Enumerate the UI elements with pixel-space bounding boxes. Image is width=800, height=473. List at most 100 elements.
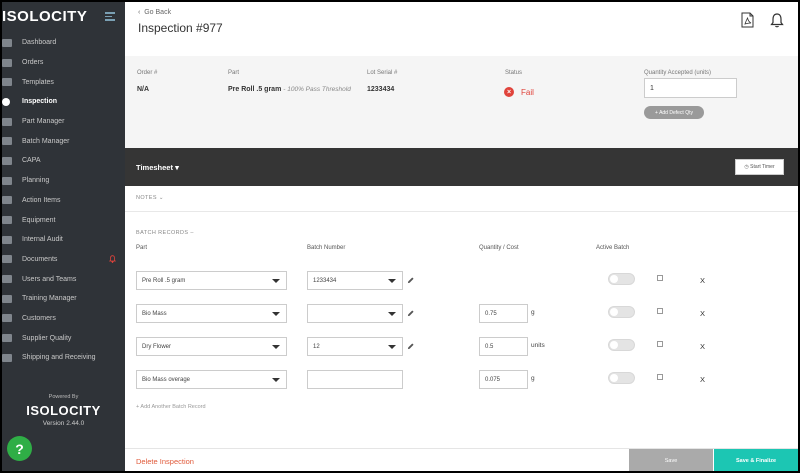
delete-row-button[interactable]: X — [700, 375, 705, 384]
sidebar-item-customers[interactable]: Customers — [2, 309, 125, 329]
pdf-icon[interactable] — [741, 12, 754, 28]
part-threshold: - 100% Pass Threshold — [283, 86, 351, 93]
wrench-icon — [2, 216, 12, 225]
sidebar-item-label: Internal Audit — [22, 236, 63, 244]
sidebar-item-part-manager[interactable]: Part Manager — [2, 112, 125, 132]
part-select[interactable]: Pre Roll .5 gram — [136, 271, 287, 290]
part-select[interactable]: Dry Flower — [136, 337, 287, 356]
batch-number-value: 1233434 — [313, 277, 337, 284]
fail-x-icon: × — [504, 87, 514, 97]
pencil-icon[interactable] — [407, 343, 414, 350]
page-title: Inspection #977 — [138, 21, 223, 35]
chevron-down-icon — [388, 312, 396, 316]
quantity-input[interactable]: 0.075 — [479, 370, 528, 389]
active-batch-toggle[interactable] — [608, 339, 635, 351]
notes-toggle[interactable]: NOTES ⌄ — [136, 195, 164, 201]
users-icon — [2, 275, 12, 284]
part-select[interactable]: Bio Mass — [136, 304, 287, 323]
sidebar-item-internal-audit[interactable]: Internal Audit — [2, 230, 125, 250]
delete-inspection-link[interactable]: Delete Inspection — [136, 457, 194, 466]
checkbox-icon — [2, 196, 12, 205]
part-select-value: Bio Mass overage — [142, 376, 191, 383]
pencil-icon[interactable] — [407, 277, 414, 284]
notes-label: NOTES — [136, 195, 157, 201]
sidebar-item-capa[interactable]: CAPA — [2, 151, 125, 171]
divider — [125, 211, 798, 212]
go-back-link[interactable]: ‹ Go Back — [138, 9, 171, 16]
part-select-value: Pre Roll .5 gram — [142, 277, 186, 284]
active-batch-toggle[interactable] — [608, 306, 635, 318]
qty-accepted-label: Quantity Accepted (units) — [644, 70, 712, 76]
sidebar-item-label: Dashboard — [22, 39, 57, 47]
sidebar-item-label: Documents — [22, 255, 58, 263]
delete-row-button[interactable]: X — [700, 309, 705, 318]
sidebar-item-label: Templates — [22, 78, 54, 86]
tag-icon — [2, 314, 12, 323]
batch-records-toggle[interactable]: BATCH RECORDS – — [136, 230, 194, 236]
order-value: N/A — [137, 86, 150, 93]
sidebar-item-shipping-receiving[interactable]: Shipping and Receiving — [2, 348, 125, 368]
batch-number-select[interactable]: 12 — [307, 337, 403, 356]
sidebar-item-label: Batch Manager — [22, 137, 70, 145]
sidebar-item-training-manager[interactable]: Training Manager — [2, 289, 125, 309]
add-defect-qty-button[interactable]: + Add Defect Qty — [644, 106, 704, 119]
row-checkbox[interactable] — [657, 374, 663, 380]
delete-row-button[interactable]: X — [700, 276, 705, 285]
sidebar-item-templates[interactable]: Templates — [2, 72, 125, 92]
sidebar-item-label: CAPA — [22, 157, 41, 165]
save-button[interactable]: Save — [629, 449, 713, 471]
brand-logo[interactable]: ISOLOCITY — [2, 8, 87, 26]
add-batch-record-link[interactable]: + Add Another Batch Record — [136, 404, 206, 410]
sidebar-item-dashboard[interactable]: Dashboard — [2, 33, 125, 53]
capa-icon — [2, 156, 12, 165]
save-finalize-button[interactable]: Save & Finalize — [714, 449, 798, 471]
sidebar-nav: Dashboard Orders Templates Inspection Pa… — [2, 33, 125, 368]
sidebar-item-batch-manager[interactable]: Batch Manager — [2, 131, 125, 151]
delete-row-button[interactable]: X — [700, 342, 705, 351]
inspection-info-panel: Order # N/A Part Pre Roll .5 gram - 100%… — [125, 56, 798, 148]
sidebar-item-supplier-quality[interactable]: Supplier Quality — [2, 328, 125, 348]
row-checkbox[interactable] — [657, 341, 663, 347]
sidebar-item-label: Users and Teams — [22, 275, 77, 283]
sidebar-item-documents[interactable]: Documents — [2, 250, 125, 270]
row-checkbox[interactable] — [657, 275, 663, 281]
sidebar-item-label: Inspection — [22, 98, 58, 106]
timesheet-toggle[interactable]: Timesheet ▾ — [136, 163, 179, 172]
chevron-down-icon — [388, 345, 396, 349]
timesheet-bar: Timesheet ▾ ◷ Start Timer — [125, 148, 798, 186]
sidebar-item-inspection[interactable]: Inspection — [2, 92, 125, 112]
qty-accepted-input[interactable] — [644, 78, 737, 98]
part-select[interactable]: Bio Mass overage — [136, 370, 287, 389]
order-label: Order # — [137, 70, 158, 76]
notification-bell-icon[interactable] — [109, 254, 116, 263]
active-batch-toggle[interactable] — [608, 273, 635, 285]
start-timer-button[interactable]: ◷ Start Timer — [735, 159, 784, 175]
quantity-input[interactable]: 0.75 — [479, 304, 528, 323]
footer-logo: ISOLOCITY — [26, 403, 101, 418]
batch-number-input[interactable] — [307, 370, 403, 389]
quantity-input[interactable]: 0.5 — [479, 337, 528, 356]
unit-label: units — [531, 342, 545, 349]
bell-icon[interactable] — [770, 12, 784, 28]
pencil-icon[interactable] — [407, 310, 414, 317]
lot-value: 1233434 — [367, 86, 395, 93]
row-checkbox[interactable] — [657, 308, 663, 314]
chevron-down-icon — [272, 345, 280, 349]
sidebar-item-planning[interactable]: Planning — [2, 171, 125, 191]
start-timer-label: Start Timer — [750, 164, 775, 170]
menu-toggle-icon[interactable] — [105, 12, 115, 21]
help-button[interactable]: ? — [7, 436, 32, 461]
sidebar: ISOLOCITY Dashboard Orders Templates Ins… — [2, 2, 125, 471]
sidebar-item-users-and-teams[interactable]: Users and Teams — [2, 269, 125, 289]
sidebar-item-equipment[interactable]: Equipment — [2, 210, 125, 230]
active-batch-toggle[interactable] — [608, 372, 635, 384]
sidebar-item-action-items[interactable]: Action Items — [2, 191, 125, 211]
batch-number-select[interactable]: 1233434 — [307, 271, 403, 290]
sidebar-item-orders[interactable]: Orders — [2, 53, 125, 73]
sidebar-item-label: Planning — [22, 177, 50, 185]
col-header-batch-number: Batch Number — [307, 245, 346, 251]
chevron-down-icon: ⌄ — [158, 195, 164, 201]
chevron-down-icon: ▾ — [175, 163, 179, 172]
part-name: Pre Roll .5 gram — [228, 86, 282, 93]
batch-number-select[interactable] — [307, 304, 403, 323]
